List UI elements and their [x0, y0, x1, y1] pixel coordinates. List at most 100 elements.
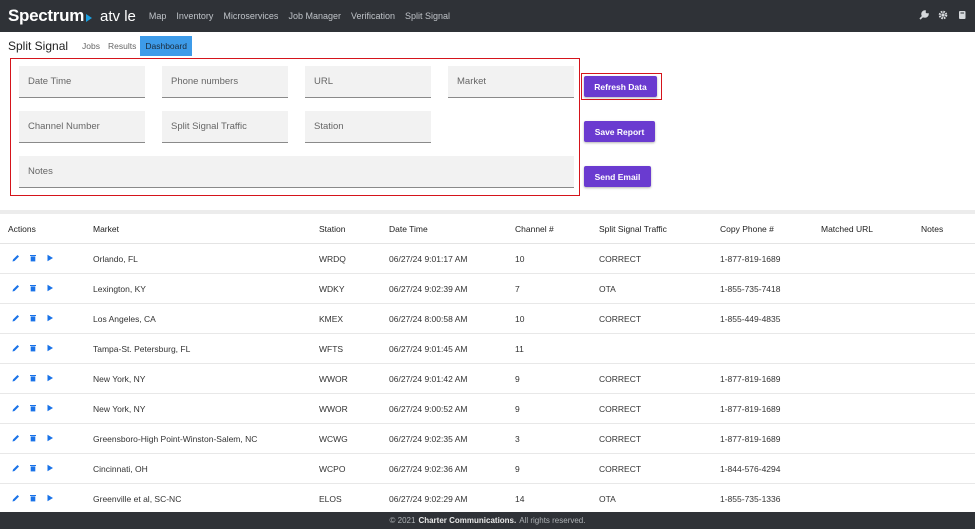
cell-station: WWOR: [319, 374, 348, 384]
save-report-button[interactable]: Save Report: [584, 121, 655, 142]
station-input[interactable]: [305, 111, 431, 142]
delete-icon[interactable]: [29, 254, 37, 262]
col-channel[interactable]: Channel #: [515, 224, 554, 234]
delete-icon[interactable]: [29, 434, 37, 442]
url-input[interactable]: [305, 66, 431, 97]
play-icon[interactable]: [46, 344, 54, 352]
table-row: New York, NY WWOR 06/27/24 9:00:52 AM 9 CORR…: [0, 394, 975, 424]
market-field: [448, 66, 574, 98]
play-icon[interactable]: [46, 284, 54, 292]
nav-verification[interactable]: Verification: [346, 11, 400, 21]
phone-numbers-input[interactable]: [162, 66, 288, 97]
play-icon[interactable]: [46, 254, 54, 262]
split-signal-traffic-field: [162, 111, 288, 143]
delete-icon[interactable]: [29, 344, 37, 352]
logo-arrow-icon: [86, 14, 93, 22]
play-icon[interactable]: [46, 434, 54, 442]
nav-split-signal[interactable]: Split Signal: [400, 11, 455, 21]
col-notes[interactable]: Notes: [921, 224, 943, 234]
cell-market: Greenville et al, SC-NC: [93, 494, 182, 504]
play-icon[interactable]: [46, 374, 54, 382]
col-datetime[interactable]: Date Time: [389, 224, 428, 234]
footer-copyright: © 2021: [389, 516, 416, 525]
date-time-input[interactable]: [19, 66, 145, 97]
cell-channel: 9: [515, 374, 520, 384]
cell-station: KMEX: [319, 314, 344, 324]
cell-station: WDKY: [319, 284, 345, 294]
channel-number-input[interactable]: [19, 111, 145, 142]
spectrum-logo[interactable]: Spectrum: [8, 6, 93, 26]
delete-icon[interactable]: [29, 314, 37, 322]
top-navbar: Spectrum atv le Map Inventory Microservi…: [0, 0, 975, 32]
col-station[interactable]: Station: [319, 224, 345, 234]
notes-input[interactable]: [19, 156, 574, 187]
tab-results[interactable]: Results: [104, 37, 140, 55]
cell-traffic: OTA: [599, 494, 616, 504]
col-traffic[interactable]: Split Signal Traffic: [599, 224, 667, 234]
edit-icon[interactable]: [12, 314, 20, 322]
top-icons: [919, 10, 967, 20]
play-icon[interactable]: [46, 464, 54, 472]
edit-icon[interactable]: [12, 344, 20, 352]
cell-phone: 1-877-819-1689: [720, 404, 781, 414]
table-row: Tampa-St. Petersburg, FL WFTS 06/27/24 9:0…: [0, 334, 975, 364]
play-icon[interactable]: [46, 494, 54, 502]
cell-station: WWOR: [319, 404, 348, 414]
nav-inventory[interactable]: Inventory: [171, 11, 218, 21]
cell-datetime: 06/27/24 9:02:35 AM: [389, 434, 468, 444]
play-icon[interactable]: [46, 404, 54, 412]
edit-icon[interactable]: [12, 494, 20, 502]
cell-phone: 1-877-819-1689: [720, 374, 781, 384]
delete-icon[interactable]: [29, 374, 37, 382]
col-phone[interactable]: Copy Phone #: [720, 224, 774, 234]
nav-job-manager[interactable]: Job Manager: [283, 11, 346, 21]
cell-channel: 9: [515, 404, 520, 414]
row-actions: [12, 494, 54, 502]
refresh-data-button[interactable]: Refresh Data: [584, 76, 657, 97]
url-field: [305, 66, 431, 98]
cell-datetime: 06/27/24 9:01:17 AM: [389, 254, 468, 264]
play-icon[interactable]: [46, 314, 54, 322]
cell-traffic: CORRECT: [599, 434, 642, 444]
cell-market: Tampa-St. Petersburg, FL: [93, 344, 191, 354]
col-url[interactable]: Matched URL: [821, 224, 873, 234]
send-email-button[interactable]: Send Email: [584, 166, 651, 187]
cell-traffic: OTA: [599, 284, 616, 294]
edit-icon[interactable]: [12, 434, 20, 442]
cell-phone: 1-855-735-1336: [720, 494, 781, 504]
delete-icon[interactable]: [29, 464, 37, 472]
tab-dashboard[interactable]: Dashboard: [140, 36, 192, 56]
tab-jobs[interactable]: Jobs: [78, 37, 104, 55]
edit-icon[interactable]: [12, 404, 20, 412]
footer: © 2021 Charter Communications. All right…: [0, 512, 975, 529]
edit-icon[interactable]: [12, 254, 20, 262]
market-input[interactable]: [448, 66, 574, 97]
page-title: Split Signal: [8, 39, 69, 53]
table-row: Greenville et al, SC-NC ELOS 06/27/24 9:02…: [0, 484, 975, 514]
cell-station: WCWG: [319, 434, 348, 444]
delete-icon[interactable]: [29, 494, 37, 502]
table-row: New York, NY WWOR 06/27/24 9:01:42 AM 9 CORR…: [0, 364, 975, 394]
cell-datetime: 06/27/24 9:01:45 AM: [389, 344, 468, 354]
edit-icon[interactable]: [12, 464, 20, 472]
cell-phone: 1-855-449-4835: [720, 314, 781, 324]
cell-channel: 7: [515, 284, 520, 294]
edit-icon[interactable]: [12, 374, 20, 382]
split-signal-traffic-input[interactable]: [162, 111, 288, 142]
delete-icon[interactable]: [29, 404, 37, 412]
gear-icon[interactable]: [938, 10, 948, 20]
cell-traffic: CORRECT: [599, 404, 642, 414]
delete-icon[interactable]: [29, 284, 37, 292]
cell-station: ELOS: [319, 494, 342, 504]
cell-channel: 14: [515, 494, 525, 504]
edit-icon[interactable]: [12, 284, 20, 292]
table-row: Los Angeles, CA KMEX 06/27/24 8:00:58 AM 10…: [0, 304, 975, 334]
wrench-icon[interactable]: [919, 10, 929, 20]
cell-traffic: CORRECT: [599, 464, 642, 474]
nav-map[interactable]: Map: [144, 11, 172, 21]
cell-channel: 11: [515, 344, 524, 354]
book-icon[interactable]: [957, 10, 967, 20]
col-market[interactable]: Market: [93, 224, 119, 234]
nav-microservices[interactable]: Microservices: [218, 11, 283, 21]
table-header: Actions Market Station Date Time Channel…: [0, 214, 975, 244]
